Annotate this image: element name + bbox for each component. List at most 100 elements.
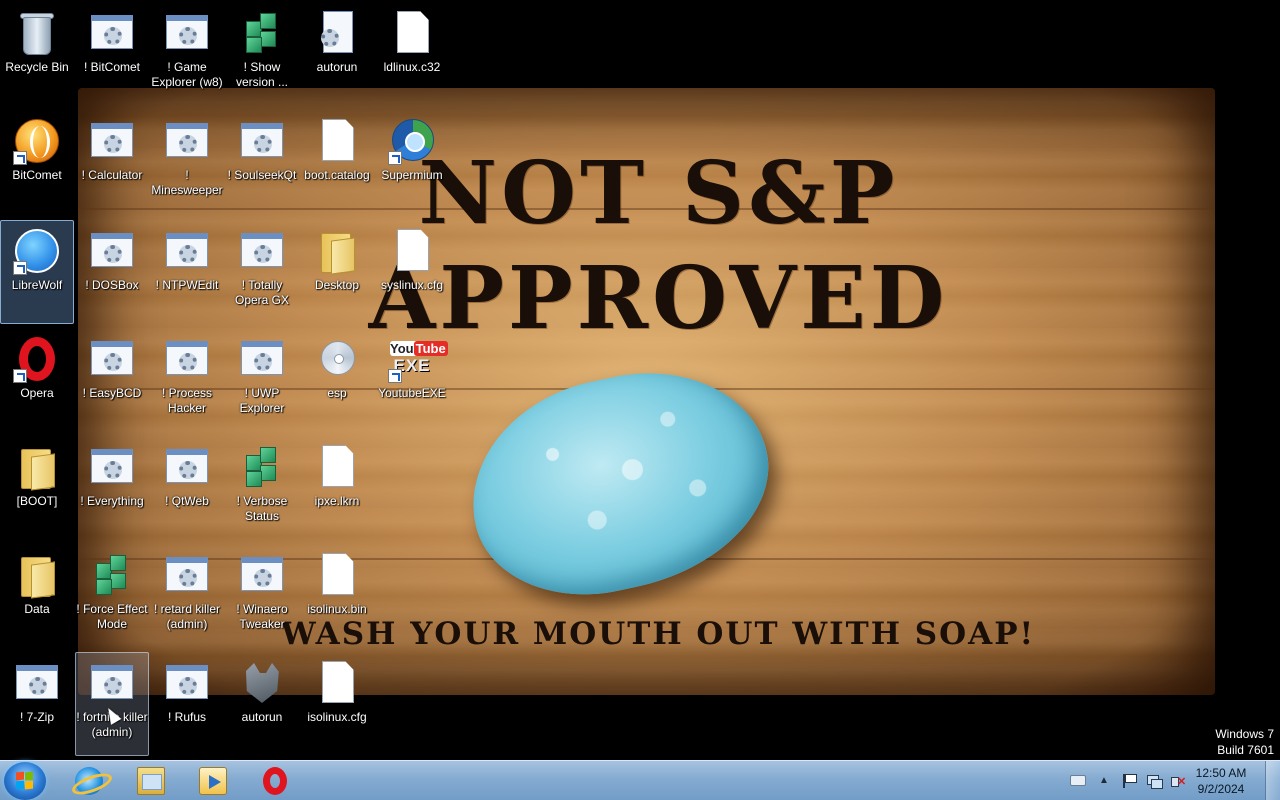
desktop-icon-supermium[interactable]: Supermium (375, 110, 449, 214)
desktop-icon-qtweb[interactable]: ! QtWeb (150, 436, 224, 540)
media-player-icon (199, 767, 227, 795)
desktop-icon-label: ! Everything (80, 494, 144, 508)
app-icon (238, 117, 286, 165)
desktop-icon-librewolf[interactable]: LibreWolf (0, 220, 74, 324)
desktop-icon-everything[interactable]: ! Everything (75, 436, 149, 540)
folder-icon (13, 443, 61, 491)
action-center-flag-icon[interactable] (1120, 773, 1137, 789)
desktop-icon-label: ! DOSBox (85, 278, 139, 292)
shortcut-arrow-icon (13, 151, 27, 165)
librewolf-icon (13, 227, 61, 275)
desktop-icon-label: Opera (20, 386, 54, 400)
desktop-icon-verbose-status[interactable]: ! Verbose Status (225, 436, 299, 540)
desktop-icon-soulseekqt[interactable]: ! SoulseekQt (225, 110, 299, 214)
desktop-icon-syslinux-cfg[interactable]: syslinux.cfg (375, 220, 449, 324)
desktop-icon-ldlinux-c32[interactable]: ldlinux.c32 (375, 2, 449, 106)
desktop-icon-label: ! Verbose Status (236, 494, 288, 523)
volume-muted-icon[interactable] (1170, 773, 1186, 789)
desktop-icon-label: Desktop (314, 278, 360, 292)
app-icon (163, 335, 211, 383)
app-icon (163, 551, 211, 599)
desktop-icon-boot-catalog[interactable]: boot.catalog (300, 110, 374, 214)
desktop-icon-label: LibreWolf (11, 278, 63, 292)
app-icon (88, 659, 136, 707)
app-icon (163, 659, 211, 707)
app-icon (238, 227, 286, 275)
desktop-icon-show-version[interactable]: ! Show version ... (225, 2, 299, 106)
desktop-icon-autorun-inf[interactable]: autorun (300, 2, 374, 106)
desktop-icon-label: ! 7-Zip (19, 710, 54, 724)
desktop-icon-recycle-bin[interactable]: Recycle Bin (0, 2, 74, 106)
start-button[interactable] (4, 762, 46, 800)
desktop-icon-data-folder[interactable]: Data (0, 544, 74, 648)
clock-date: 9/2/2024 (1197, 782, 1245, 796)
desktop-icon-label: ! Rufus (167, 710, 206, 724)
desktop-icon-totally-opera-gx[interactable]: ! Totally Opera GX (225, 220, 299, 324)
desktop-icon-minesweeper[interactable]: ! Minesweeper (150, 110, 224, 214)
desktop-icon-easybcd[interactable]: ! EasyBCD (75, 328, 149, 432)
network-icon[interactable] (1146, 773, 1163, 789)
desktop-icon-game-explorer[interactable]: ! Game Explorer (w8) (150, 2, 224, 106)
settings-file-icon (313, 9, 361, 57)
desktop-icon-label: boot.catalog (304, 168, 370, 182)
desktop-icon-isolinux-cfg[interactable]: isolinux.cfg (300, 652, 374, 756)
desktop-icon-esp[interactable]: esp (300, 328, 374, 432)
desktop-icon-calculator[interactable]: ! Calculator (75, 110, 149, 214)
desktop-icon-label: ! BitComet (83, 60, 140, 74)
desktop-icon-ntpwedit[interactable]: ! NTPWEdit (150, 220, 224, 324)
desktop-icon-force-effect-mode[interactable]: ! Force Effect Mode (75, 544, 149, 648)
taskbar-opera[interactable] (246, 763, 304, 799)
file-icon (313, 659, 361, 707)
youtube-exe-icon: You Tube EXE (388, 335, 448, 383)
taskbar-internet-explorer[interactable] (60, 763, 118, 799)
desktop-icon-label: ! EasyBCD (82, 386, 142, 400)
app-icon (163, 443, 211, 491)
desktop-icon-label: ! UWP Explorer (239, 386, 285, 415)
desktop-icon-label: esp (327, 386, 347, 400)
app-icon (88, 117, 136, 165)
desktop-icon-process-hacker[interactable]: ! Process Hacker (150, 328, 224, 432)
desktop-icon-winaero-tweaker[interactable]: ! Winaero Tweaker (225, 544, 299, 648)
desktop-icon-opera[interactable]: Opera (0, 328, 74, 432)
app-icon (238, 335, 286, 383)
desktop-icon-label: ! retard killer (admin) (153, 602, 221, 631)
desktop-icon-ipxe-lkrn[interactable]: ipxe.lkrn (300, 436, 374, 540)
desktop-icon-desktop-folder[interactable]: Desktop (300, 220, 374, 324)
desktop-icon-label: ! QtWeb (165, 494, 209, 508)
desktop-icon-bitcomet-shortcut[interactable]: BitComet (0, 110, 74, 214)
desktop-icon-label: isolinux.bin (307, 602, 367, 616)
desktop-icon-7zip[interactable]: ! 7-Zip (0, 652, 74, 756)
desktop-icon-youtubeexe[interactable]: You Tube EXE YoutubeEXE (375, 328, 449, 432)
desktop-icon-boot-folder[interactable]: [BOOT] (0, 436, 74, 540)
app-icon (163, 9, 211, 57)
app-icon (88, 9, 136, 57)
desktop-icon-fortnite-killer[interactable]: ! fortnite killer (admin) (75, 652, 149, 756)
desktop-icon-label: Recycle Bin (5, 60, 69, 74)
clock[interactable]: 12:50 AM 9/2/2024 (1190, 765, 1252, 797)
desktop-icon-retard-killer[interactable]: ! retard killer (admin) (150, 544, 224, 648)
clock-time: 12:50 AM (1195, 766, 1247, 780)
desktop-icon-rufus[interactable]: ! Rufus (150, 652, 224, 756)
desktop-icon-label: autorun (316, 60, 358, 74)
desktop-icon-uwp-explorer[interactable]: ! UWP Explorer (225, 328, 299, 432)
desktop-icon-label: [BOOT] (16, 494, 58, 508)
file-icon (388, 227, 436, 275)
os-version-watermark: Windows 7 Build 7601 (1215, 726, 1274, 758)
show-desktop-button[interactable] (1265, 761, 1280, 800)
opera-icon (263, 767, 287, 795)
folder-icon (313, 227, 361, 275)
registry-icon (88, 551, 136, 599)
desktop-icon-dosbox[interactable]: ! DOSBox (75, 220, 149, 324)
os-version-build: Build 7601 (1217, 743, 1274, 757)
taskbar-media-player[interactable] (184, 763, 242, 799)
shortcut-arrow-icon (388, 151, 402, 165)
shortcut-arrow-icon (13, 369, 27, 383)
taskbar-windows-explorer[interactable] (122, 763, 180, 799)
desktop-icon-autorun-wolf[interactable]: autorun (225, 652, 299, 756)
desktop-icon-bitcomet-script[interactable]: ! BitComet (75, 2, 149, 106)
desktop-icon-isolinux-bin[interactable]: isolinux.bin (300, 544, 374, 648)
desktop-icon-label: ! NTPWEdit (155, 278, 219, 292)
keyboard-icon[interactable] (1070, 775, 1086, 786)
app-icon (13, 659, 61, 707)
show-hidden-icons-icon[interactable]: ▲ (1096, 773, 1112, 789)
